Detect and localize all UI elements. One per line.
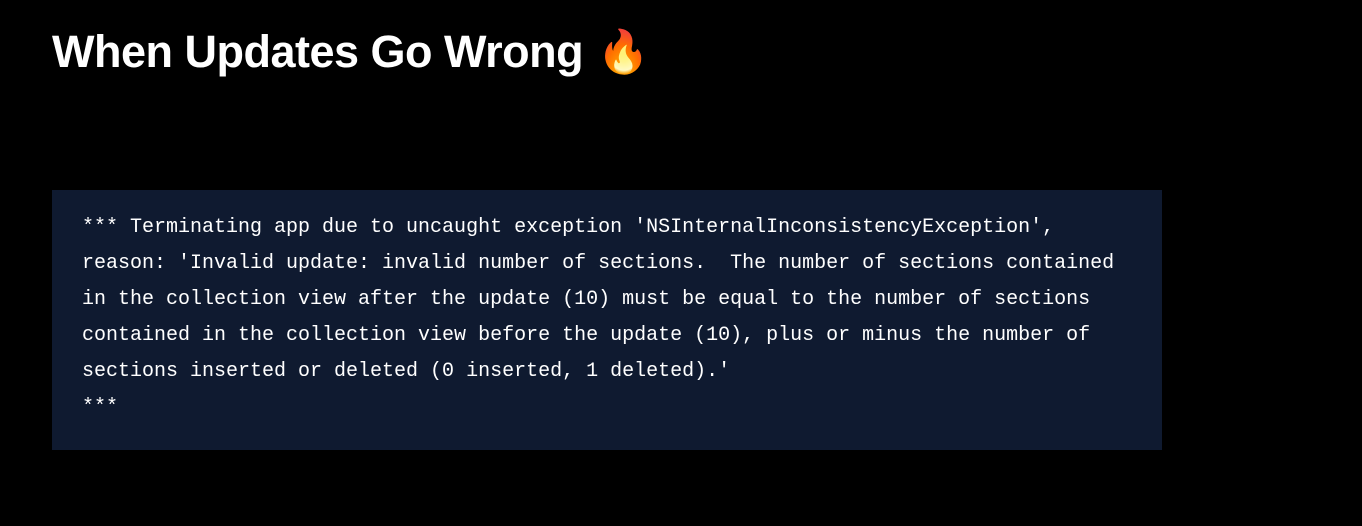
error-code-block: *** Terminating app due to uncaught exce… <box>52 190 1162 450</box>
presentation-slide: When Updates Go Wrong 🔥 *** Terminating … <box>0 0 1362 476</box>
fire-icon: 🔥 <box>597 31 649 73</box>
error-message-text: *** Terminating app due to uncaught exce… <box>82 210 1132 426</box>
title-row: When Updates Go Wrong 🔥 <box>52 26 1310 78</box>
slide-title: When Updates Go Wrong <box>52 26 583 78</box>
